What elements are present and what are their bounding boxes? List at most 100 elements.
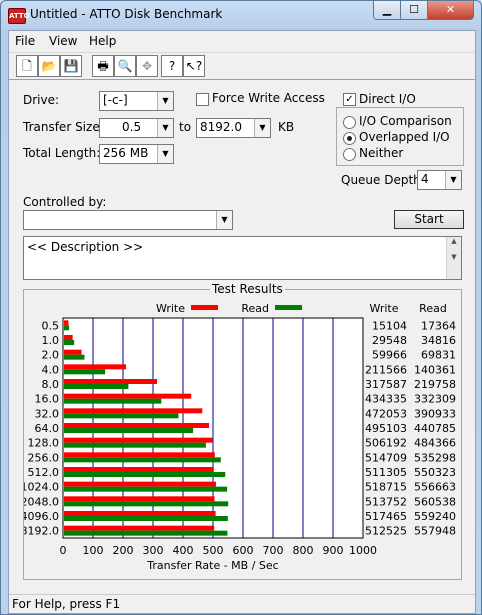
category-label: 512.0 bbox=[28, 466, 60, 479]
read-value: 550323 bbox=[414, 466, 456, 479]
category-label: 1.0 bbox=[42, 334, 60, 347]
read-bar bbox=[64, 472, 226, 477]
read-bar bbox=[64, 501, 229, 507]
read-bar bbox=[64, 442, 206, 448]
write-value: 211566 bbox=[365, 363, 407, 376]
read-value: 556663 bbox=[414, 481, 456, 494]
x-tick-label: 700 bbox=[263, 544, 284, 557]
description-textarea[interactable]: << Description >> ▲ ▼ bbox=[23, 236, 462, 280]
queue-depth-value: 4 bbox=[421, 172, 429, 186]
drive-value: [-c-] bbox=[103, 93, 128, 107]
neither-radio[interactable] bbox=[343, 148, 356, 161]
start-button[interactable]: Start bbox=[394, 210, 464, 229]
read-bar bbox=[64, 325, 70, 331]
write-value: 513752 bbox=[365, 495, 407, 508]
write-value: 317587 bbox=[365, 378, 407, 391]
read-value: 219758 bbox=[414, 378, 456, 391]
read-value: 17364 bbox=[421, 319, 456, 332]
read-bar bbox=[64, 457, 221, 463]
transfer-size-from-select[interactable]: 0.5 ▼ bbox=[99, 118, 174, 138]
maximize-button[interactable]: ☐ bbox=[400, 1, 428, 20]
write-bar bbox=[64, 467, 214, 472]
menu-file[interactable]: File bbox=[15, 34, 35, 48]
transfer-rate-chart: 0 100 200 300 400 500 600 700 800 900 1000 Transfer… bbox=[24, 302, 456, 572]
atto-app-icon: ATTO bbox=[8, 8, 30, 24]
read-legend-label: Read bbox=[241, 302, 269, 315]
queue-depth-select[interactable]: 4 ▼ bbox=[417, 170, 462, 190]
x-tick-label: 600 bbox=[233, 544, 254, 557]
open-folder-icon[interactable]: 📂 bbox=[38, 55, 60, 77]
read-value: 390933 bbox=[414, 407, 456, 420]
help-icon[interactable]: ? bbox=[161, 55, 183, 77]
description-scrollbar[interactable]: ▲ ▼ bbox=[446, 237, 461, 279]
write-value: 512525 bbox=[365, 525, 407, 538]
write-bar bbox=[64, 393, 192, 399]
io-mode-group: I/O Comparison Overlapped I/O Neither bbox=[336, 107, 464, 166]
transfer-from-value: 0.5 bbox=[122, 120, 142, 134]
x-tick-label: 400 bbox=[173, 544, 194, 557]
save-icon[interactable]: 💾 bbox=[60, 55, 82, 77]
read-value: 560538 bbox=[414, 495, 456, 508]
new-file-icon[interactable]: 🗋 bbox=[16, 55, 38, 77]
category-label: 32.0 bbox=[35, 407, 60, 420]
write-value: 472053 bbox=[365, 407, 407, 420]
close-button[interactable]: ✕ bbox=[427, 1, 474, 20]
chevron-down-icon: ▼ bbox=[254, 119, 270, 137]
read-value: 557948 bbox=[414, 525, 456, 538]
controlled-by-select[interactable]: ▼ bbox=[23, 210, 233, 230]
move-icon[interactable]: ✥ bbox=[136, 55, 158, 77]
read-bar bbox=[64, 413, 179, 419]
read-value: 140361 bbox=[414, 363, 456, 376]
menu-view[interactable]: View bbox=[49, 34, 77, 48]
read-value: 484366 bbox=[414, 437, 456, 450]
direct-io-label: Direct I/O bbox=[359, 92, 416, 106]
read-bar bbox=[64, 398, 162, 404]
x-tick-label: 900 bbox=[323, 544, 344, 557]
write-bar bbox=[64, 511, 216, 516]
direct-io-checkbox[interactable]: ✓ bbox=[343, 93, 356, 106]
status-text: For Help, press F1 bbox=[12, 597, 121, 611]
read-bar bbox=[64, 428, 194, 433]
overlapped-io-radio[interactable] bbox=[343, 132, 356, 145]
write-value: 506192 bbox=[365, 437, 407, 450]
write-column-header: Write bbox=[369, 302, 398, 315]
drive-label: Drive: bbox=[23, 93, 60, 107]
force-write-checkbox[interactable] bbox=[196, 93, 209, 106]
write-legend-swatch bbox=[191, 305, 218, 310]
window-title: Untitled - ATTO Disk Benchmark bbox=[30, 7, 223, 21]
read-bar bbox=[64, 530, 228, 536]
transfer-size-to-select[interactable]: 8192.0 ▼ bbox=[196, 118, 271, 138]
print-icon[interactable]: 🖶 bbox=[92, 55, 114, 77]
write-bar bbox=[64, 452, 215, 458]
io-comparison-radio[interactable] bbox=[343, 116, 356, 129]
category-label: 1024.0 bbox=[24, 481, 59, 494]
x-tick-label: 100 bbox=[83, 544, 104, 557]
title-bar[interactable]: ATTO Untitled - ATTO Disk Benchmark ▁ ☐ … bbox=[1, 1, 481, 29]
write-value: 514709 bbox=[365, 451, 407, 464]
read-bar bbox=[64, 369, 106, 375]
write-bar bbox=[64, 496, 215, 502]
description-text: << Description >> bbox=[27, 240, 144, 254]
chevron-down-icon: ▼ bbox=[445, 171, 461, 189]
category-label: 16.0 bbox=[35, 393, 60, 406]
write-value: 511305 bbox=[365, 466, 407, 479]
category-label: 256.0 bbox=[28, 451, 60, 464]
read-bar bbox=[64, 384, 129, 389]
read-bar bbox=[64, 354, 85, 360]
app-window: ATTO Untitled - ATTO Disk Benchmark ▁ ☐ … bbox=[0, 0, 482, 615]
neither-label: Neither bbox=[359, 146, 404, 160]
chevron-down-icon: ▼ bbox=[216, 211, 232, 229]
menu-bar: File View Help bbox=[9, 31, 475, 51]
write-value: 495103 bbox=[365, 422, 407, 435]
category-label: 64.0 bbox=[35, 422, 60, 435]
context-help-icon[interactable]: ↖? bbox=[183, 55, 205, 77]
read-value: 34816 bbox=[421, 334, 456, 347]
minimize-button[interactable]: ▁ bbox=[373, 1, 401, 20]
write-value: 518715 bbox=[365, 481, 407, 494]
transfer-size-label: Transfer Size: bbox=[23, 120, 104, 134]
drive-select[interactable]: [-c-] ▼ bbox=[99, 91, 174, 111]
read-value: 332309 bbox=[414, 393, 456, 406]
menu-help[interactable]: Help bbox=[89, 34, 116, 48]
total-length-select[interactable]: 256 MB ▼ bbox=[99, 144, 174, 164]
print-preview-icon[interactable]: 🔍 bbox=[114, 55, 136, 77]
